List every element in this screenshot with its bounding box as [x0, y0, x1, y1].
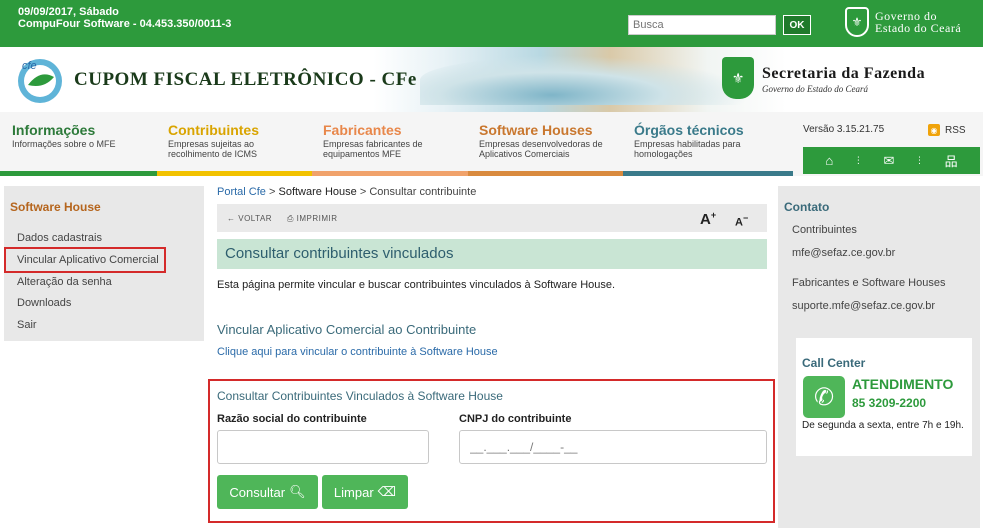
call-center-card: Call Center ✆ ATENDIMENTO 85 3209-2200 D…: [796, 338, 972, 456]
sefaz-emblem-icon: ⚜: [722, 57, 754, 99]
sidebar-item-dados-cadastrais[interactable]: Dados cadastrais: [17, 232, 102, 244]
breadcrumb-current: Consultar contribuinte: [369, 186, 477, 198]
sidebar-item-alteracao-senha[interactable]: Alteração da senha: [17, 276, 112, 288]
gov-logo-text: Governo do Estado do Ceará: [875, 10, 961, 34]
back-label: VOLTAR: [238, 214, 273, 223]
nav-color-bar: [623, 171, 793, 176]
contact-title: Contato: [784, 200, 830, 214]
nav-orgaos-tecnicos[interactable]: Órgãos técnicos Empresas habilitadas par…: [623, 112, 793, 176]
call-center-panel: Call Center ✆ ATENDIMENTO 85 3209-2200 D…: [778, 336, 980, 528]
nav-software-houses[interactable]: Software Houses Empresas desenvolvedoras…: [468, 112, 623, 176]
header-info: 09/09/2017, Sábado CompuFour Software - …: [18, 6, 231, 30]
sidebar-item-downloads[interactable]: Downloads: [17, 297, 71, 309]
nav-color-bar: [157, 171, 312, 176]
atendimento-label: ATENDIMENTO: [852, 376, 954, 392]
font-decrease-button[interactable]: A−: [735, 213, 748, 229]
search-input[interactable]: [628, 15, 776, 35]
rss-label: RSS: [945, 124, 966, 136]
main-nav: Informações Informações sobre o MFE Cont…: [0, 112, 983, 176]
nav-contribuintes[interactable]: Contribuintes Empresas sujeitas ao recol…: [157, 112, 312, 176]
nav-subtitle: Empresas desenvolvedoras de Aplicativos …: [479, 139, 603, 159]
cfe-logo-icon[interactable]: cfe: [14, 55, 66, 107]
breadcrumb-separator: >: [268, 186, 276, 198]
contact-label-contribuintes: Contribuintes: [792, 224, 857, 236]
mail-icon[interactable]: ✉: [883, 153, 894, 169]
nav-subtitle: Empresas habilitadas para homologações: [634, 139, 741, 159]
current-date: 09/09/2017, Sábado: [18, 6, 119, 18]
eraser-icon: ⌫: [377, 484, 397, 499]
top-bar: 09/09/2017, Sábado CompuFour Software - …: [0, 0, 983, 47]
print-icon: ⎙: [287, 214, 297, 223]
contact-email-contribuintes[interactable]: mfe@sefaz.ce.gov.br: [792, 247, 895, 259]
sitemap-icon[interactable]: 品: [945, 151, 958, 170]
sefaz-title[interactable]: Secretaria da Fazenda: [762, 65, 925, 83]
breadcrumb-separator: >: [359, 186, 367, 198]
site-title: CUPOM FISCAL ELETRÔNICO - CFe: [74, 69, 417, 90]
separator: ⋮: [915, 155, 924, 165]
breadcrumb-home[interactable]: Portal Cfe: [217, 186, 266, 198]
page-title: Consultar contribuintes vinculados: [217, 239, 767, 269]
gov-logo[interactable]: ⚜ Governo do Estado do Ceará: [845, 7, 961, 37]
page-toolbar: ← VOLTAR ⎙ IMPRIMIR A+ A−: [217, 204, 767, 232]
print-button[interactable]: ⎙ IMPRIMIR: [287, 214, 338, 224]
razao-social-input[interactable]: [217, 430, 429, 464]
limpar-label: Limpar: [333, 484, 374, 500]
nav-title: Contribuintes: [168, 122, 259, 138]
intro-text: Esta página permite vincular e buscar co…: [217, 279, 616, 291]
sidebar-title: Software House: [10, 200, 101, 214]
nav-subtitle: Informações sobre o MFE: [12, 139, 116, 149]
banner: cfe CUPOM FISCAL ELETRÔNICO - CFe ⚜ Secr…: [0, 47, 983, 112]
cnpj-label: CNPJ do contribuinte: [459, 413, 572, 425]
nav-title: Informações: [12, 122, 96, 138]
sefaz-subtitle: Governo do Estado do Ceará: [762, 84, 868, 94]
nav-title: Órgãos técnicos: [634, 122, 744, 138]
nav-color-bar: [312, 171, 468, 176]
rss-icon: ◉: [928, 124, 940, 136]
cnpj-input[interactable]: [459, 430, 767, 464]
call-center-title: Call Center: [802, 356, 866, 370]
search-icon: 🔍︎: [289, 484, 306, 499]
link-section-title: Vincular Aplicativo Comercial ao Contrib…: [217, 322, 477, 337]
nav-subtitle: Empresas sujeitas ao recolhimento de ICM…: [168, 139, 258, 159]
version-label: Versão 3.15.21.75: [803, 124, 885, 135]
nav-subtitle: Empresas fabricantes de equipamentos MFE: [323, 139, 423, 159]
gov-line2: Estado do Ceará: [875, 21, 962, 35]
separator: ⋮: [853, 155, 863, 165]
search-button[interactable]: OK: [783, 15, 811, 35]
sidebar-item-sair[interactable]: Sair: [17, 319, 37, 331]
breadcrumb-section[interactable]: Software House: [278, 186, 356, 198]
form-title: Consultar Contribuintes Vinculados à Sof…: [217, 389, 503, 403]
consultar-button[interactable]: Consultar 🔍︎: [217, 475, 318, 509]
rss-link[interactable]: ◉ RSS: [928, 124, 966, 136]
nav-fabricantes[interactable]: Fabricantes Empresas fabricantes de equi…: [312, 112, 468, 176]
contact-label-fabricantes: Fabricantes e Software Houses: [792, 277, 946, 289]
service-hours: De segunda a sexta, entre 7h e 19h.: [802, 420, 964, 431]
breadcrumb: Portal Cfe > Software House > Consultar …: [217, 186, 476, 198]
coat-of-arms-icon: ⚜: [845, 7, 869, 37]
limpar-button[interactable]: Limpar ⌫: [322, 475, 408, 509]
company-name: CompuFour Software - 04.453.350/0011-3: [18, 18, 232, 30]
contact-email-fabricantes[interactable]: suporte.mfe@sefaz.ce.gov.br: [792, 300, 935, 312]
print-label: IMPRIMIR: [296, 214, 338, 223]
nav-title: Software Houses: [479, 122, 593, 138]
nav-color-bar: [0, 171, 157, 176]
phone-number: 85 3209-2200: [852, 396, 927, 410]
svg-text:cfe: cfe: [22, 60, 37, 72]
phone-icon: ✆: [803, 376, 845, 418]
consultar-label: Consultar: [229, 484, 286, 500]
razao-social-label: Razão social do contribuinte: [217, 413, 367, 425]
nav-color-bar: [468, 171, 623, 176]
banner-image: [420, 55, 750, 105]
highlight-box: [4, 247, 166, 273]
vincular-contribuinte-link[interactable]: Clique aqui para vincular o contribuinte…: [217, 346, 498, 358]
nav-informacoes[interactable]: Informações Informações sobre o MFE: [0, 112, 157, 176]
back-button[interactable]: ← VOLTAR: [227, 214, 272, 223]
nav-title: Fabricantes: [323, 122, 402, 138]
quick-icons-bar: ⌂ ⋮ ✉ ⋮ 品: [803, 147, 980, 174]
contact-panel: Contato Contribuintes mfe@sefaz.ce.gov.b…: [778, 186, 980, 336]
arrow-left-icon: ←: [227, 214, 239, 223]
home-icon[interactable]: ⌂: [825, 153, 833, 168]
font-increase-button[interactable]: A+: [700, 210, 716, 228]
